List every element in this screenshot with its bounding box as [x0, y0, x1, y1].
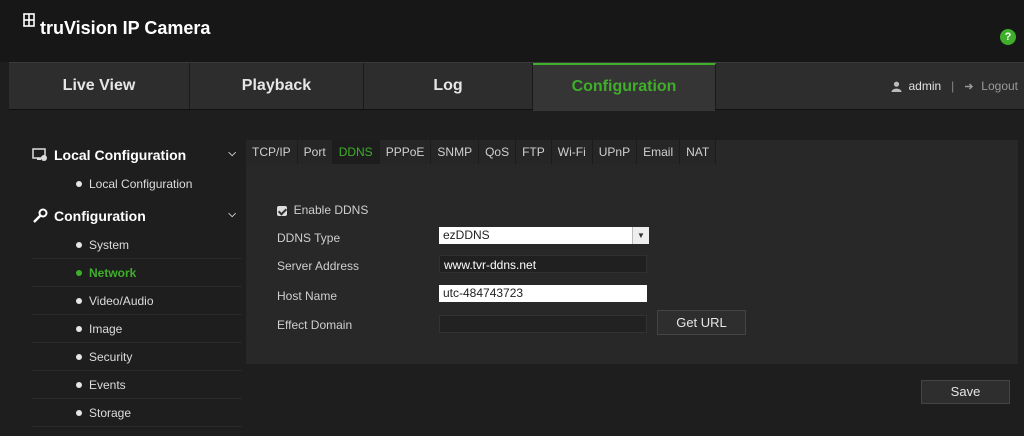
enable-ddns-checkbox[interactable] — [277, 205, 287, 216]
nav-tab-live-view[interactable]: Live View — [9, 63, 190, 109]
sidebar-item-label: Security — [89, 349, 133, 364]
user-area: admin | Logout — [891, 63, 1018, 109]
ddns-type-label: DDNS Type — [277, 231, 341, 245]
host-name-input[interactable]: utc-484743723 — [439, 285, 647, 302]
host-name-label: Host Name — [277, 289, 338, 303]
tab-snmp[interactable]: SNMP — [431, 140, 480, 164]
bullet-icon — [76, 241, 82, 248]
sidebar-item-label: System — [89, 237, 130, 252]
server-address-field: www.tvr-ddns.net — [439, 255, 647, 273]
enable-ddns-label: Enable DDNS — [293, 203, 369, 217]
sidebar-item-label: Video/Audio — [89, 293, 154, 308]
sidebar-group-label: Configuration — [54, 208, 146, 224]
tab-upnp[interactable]: UPnP — [592, 140, 638, 164]
sidebar-item-system[interactable]: System — [32, 231, 242, 259]
sidebar-item-events[interactable]: Events — [32, 371, 242, 399]
app-header: truVision IP Camera ? — [0, 0, 1024, 62]
nav-tab-playback[interactable]: Playback — [190, 63, 364, 109]
save-button[interactable]: Save — [921, 380, 1010, 404]
separator: | — [951, 79, 955, 93]
bullet-icon — [76, 381, 82, 388]
sidebar-group-configuration[interactable]: Configuration ⌵ — [32, 201, 242, 231]
brand: truVision IP Camera — [22, 12, 211, 39]
sidebar-item-video-audio[interactable]: Video/Audio — [32, 287, 242, 315]
tab-ftp[interactable]: FTP — [516, 140, 552, 164]
nav-tab-log[interactable]: Log — [364, 63, 533, 109]
sidebar: Local Configuration ⌵ Local Configuratio… — [32, 140, 242, 427]
sidebar-item-label: Network — [89, 265, 137, 280]
chevron-down-icon: ▼ — [632, 227, 649, 244]
server-address-label: Server Address — [277, 259, 360, 273]
bullet-icon — [76, 325, 82, 332]
host-name-row: Host Name utc-484743723 — [277, 285, 647, 303]
app-title: truVision IP Camera — [40, 18, 211, 38]
sidebar-item-label: Events — [89, 377, 126, 392]
bullet-icon — [76, 297, 82, 304]
sidebar-item-label: Storage — [89, 405, 132, 420]
username[interactable]: admin — [908, 63, 941, 109]
chevron-down-icon: ⌵ — [228, 209, 236, 220]
sidebar-item-network[interactable]: Network — [32, 259, 242, 287]
tab-pppoe[interactable]: PPPoE — [379, 140, 432, 164]
effect-domain-row: Effect Domain Get URL — [277, 310, 746, 335]
effect-domain-label: Effect Domain — [277, 318, 353, 332]
truvision-logo-icon — [23, 12, 35, 27]
bullet-icon — [76, 180, 82, 187]
sidebar-item-local-configuration[interactable]: Local Configuration — [32, 170, 242, 197]
bullet-icon — [76, 269, 82, 276]
nav-tab-configuration[interactable]: Configuration — [533, 63, 716, 111]
enable-ddns-row: Enable DDNS — [277, 202, 368, 217]
logout-link[interactable]: Logout — [981, 63, 1018, 109]
logout-icon — [965, 82, 974, 90]
tab-nat[interactable]: NAT — [680, 140, 717, 164]
get-url-button[interactable]: Get URL — [657, 310, 746, 335]
sidebar-item-storage[interactable]: Storage — [32, 399, 242, 427]
sidebar-item-security[interactable]: Security — [32, 343, 242, 371]
bullet-icon — [76, 409, 82, 416]
tab-wifi[interactable]: Wi-Fi — [551, 140, 593, 164]
ddns-type-select[interactable]: ezDDNS ▼ — [439, 227, 649, 244]
ddns-type-value: ezDDNS — [443, 228, 490, 242]
main-nav: Live View Playback Log Configuration adm… — [9, 62, 1024, 111]
sidebar-item-image[interactable]: Image — [32, 315, 242, 343]
sidebar-item-label: Image — [89, 321, 123, 336]
tab-port[interactable]: Port — [297, 140, 333, 164]
sidebar-item-label: Local Configuration — [89, 176, 193, 191]
tab-tcpip[interactable]: TCP/IP — [246, 140, 298, 164]
chevron-down-icon: ⌵ — [228, 148, 236, 159]
sidebar-group-local-configuration[interactable]: Local Configuration ⌵ — [32, 140, 242, 170]
sidebar-group-label: Local Configuration — [54, 147, 187, 163]
bullet-icon — [76, 353, 82, 360]
server-address-row: Server Address www.tvr-ddns.net — [277, 255, 647, 273]
tab-ddns[interactable]: DDNS — [332, 140, 380, 164]
local-config-icon — [32, 148, 47, 161]
ddns-type-row: DDNS Type ezDDNS ▼ — [277, 227, 649, 245]
tab-qos[interactable]: QoS — [479, 140, 517, 164]
wrench-icon — [33, 208, 48, 223]
sub-tabs: TCP/IP Port DDNS PPPoE SNMP QoS FTP Wi-F… — [246, 140, 717, 164]
user-icon — [891, 81, 902, 92]
help-icon[interactable]: ? — [1000, 29, 1016, 45]
tab-email[interactable]: Email — [637, 140, 681, 164]
effect-domain-field — [439, 315, 647, 333]
